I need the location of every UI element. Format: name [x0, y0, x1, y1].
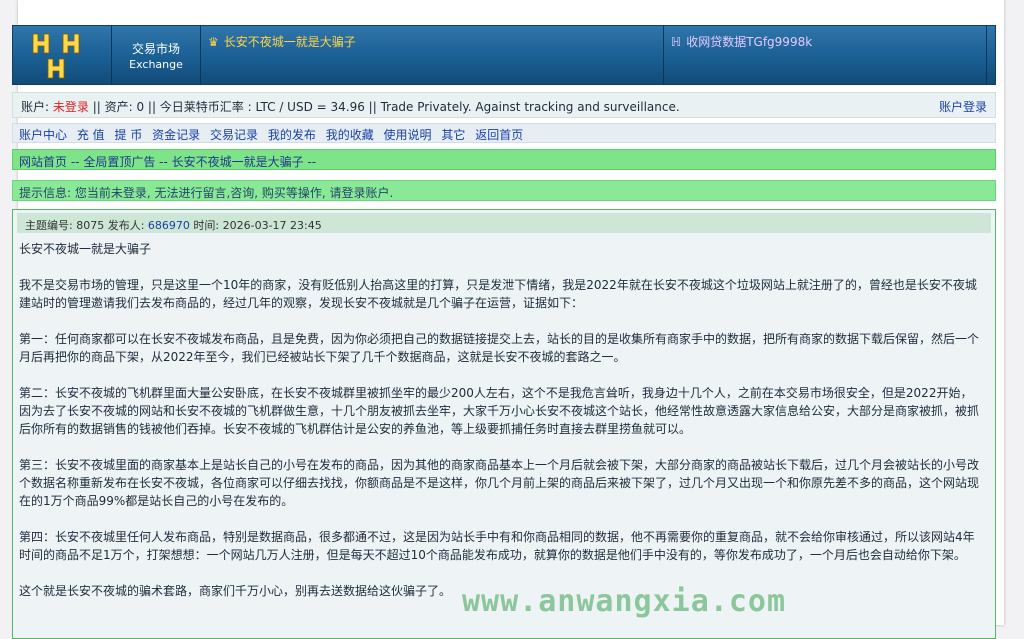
- site-header: 交易市场 Exchange ♛ 长安不夜城一就是大骗子 ℍ 收网贷数据TGfg999…: [12, 25, 996, 85]
- breadcrumb-sep: --: [155, 155, 172, 169]
- post-paragraph: 第一：任何商家都可以在长安不夜城发布商品，且是免费，因为你必须把自己的数据链接提…: [19, 332, 980, 364]
- post-title: 长安不夜城一就是大骗子: [19, 242, 152, 256]
- post-paragraph: 第四：长安不夜城里任何人发布商品，特别是数据商品，很多都通不过，这是因为站长手中…: [19, 530, 975, 562]
- header-ad-2[interactable]: ℍ 收网贷数据TGfg9998k: [664, 26, 987, 84]
- menu-item-home[interactable]: 返回首页: [475, 128, 523, 142]
- post-body: 长安不夜城一就是大骗子 我不是交易市场的管理，只是这里一个10年的商家，没有贬低…: [19, 240, 981, 618]
- post-panel: 主题编号: 8075 发布人: 686970 时间: 2026-03-17 23…: [12, 209, 996, 639]
- logo-emblem-icon: [32, 33, 80, 79]
- h-symbol-icon: ℍ: [671, 35, 682, 49]
- menu-item-account[interactable]: 账户中心: [19, 128, 67, 142]
- post-author-link[interactable]: 686970: [148, 219, 190, 232]
- account-info: || 资产: 0 || 今日莱特币汇率 : LTC / USD = 34.96 …: [88, 100, 680, 114]
- menu-item-my-posts[interactable]: 我的发布: [268, 128, 316, 142]
- watermark: www.anwangxia.com: [462, 584, 787, 619]
- menu-item-funds[interactable]: 资金记录: [152, 128, 200, 142]
- exchange-label-cn: 交易市场: [131, 42, 180, 56]
- breadcrumb: 网站首页 -- 全局置顶广告 -- 长安不夜城一就是大骗子 --: [12, 149, 996, 170]
- menu-item-deposit[interactable]: 充 值: [77, 128, 105, 142]
- header-ad-1[interactable]: ♛ 长安不夜城一就是大骗子: [201, 26, 664, 84]
- breadcrumb-sep: --: [67, 155, 84, 169]
- header-ad-1-title: 长安不夜城一就是大骗子: [223, 35, 356, 49]
- exchange-label-en: Exchange: [129, 58, 183, 71]
- breadcrumb-home[interactable]: 网站首页: [19, 155, 67, 169]
- post-paragraph: 我不是交易市场的管理，只是这里一个10年的商家，没有贬低别人抬高这里的打算，只是…: [19, 278, 977, 310]
- exchange-label[interactable]: 交易市场 Exchange: [111, 26, 201, 84]
- menu-item-trades[interactable]: 交易记录: [210, 128, 258, 142]
- menu-item-help[interactable]: 使用说明: [384, 128, 432, 142]
- notice-bar: 提示信息: 您当前未登录, 无法进行留言,咨询, 购买等操作, 请登录账户.: [12, 180, 996, 201]
- menu-item-favorites[interactable]: 我的收藏: [326, 128, 374, 142]
- post-meta: 主题编号: 8075 发布人: 686970 时间: 2026-03-17 23…: [17, 213, 991, 233]
- login-link[interactable]: 账户登录: [939, 98, 987, 115]
- breadcrumb-current[interactable]: 长安不夜城一就是大骗子: [172, 155, 304, 169]
- menu-item-withdraw[interactable]: 提 币: [115, 128, 143, 142]
- menu-item-other[interactable]: 其它: [441, 128, 465, 142]
- login-status: 未登录: [52, 100, 89, 114]
- post-meta-prefix: 主题编号: 8075 发布人:: [25, 219, 148, 232]
- account-status-bar: 账户: 未登录 || 资产: 0 || 今日莱特币汇率 : LTC / USD …: [12, 92, 996, 118]
- breadcrumb-category[interactable]: 全局置顶广告: [83, 155, 155, 169]
- post-meta-time: 时间: 2026-03-17 23:45: [189, 219, 322, 232]
- crown-icon: ♛: [208, 35, 219, 49]
- post-paragraph: 第二：长安不夜城的飞机群里面大量公安卧底，在长安不夜城群里被抓坐牢的最少200人…: [19, 386, 980, 436]
- main-menu: 账户中心 充 值 提 币 资金记录 交易记录 我的发布 我的收藏 使用说明 其它…: [12, 123, 996, 143]
- header-ad-2-title: 收网贷数据TGfg9998k: [686, 35, 813, 49]
- account-prefix: 账户:: [21, 100, 53, 114]
- site-logo[interactable]: [13, 26, 111, 84]
- post-paragraph: 第三：长安不夜城里面的商家基本上是站长自己的小号在发布的商品，因为其他的商家商品…: [19, 458, 980, 508]
- breadcrumb-sep: --: [303, 155, 317, 169]
